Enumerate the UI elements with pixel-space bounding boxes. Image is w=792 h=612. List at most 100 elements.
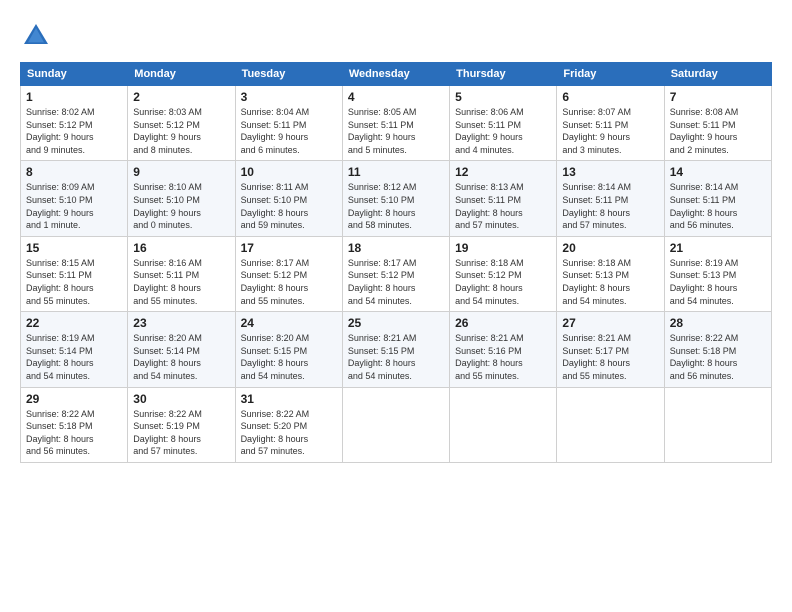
calendar-day-cell (664, 387, 771, 462)
day-number: 3 (241, 90, 337, 104)
day-info: Sunrise: 8:17 AMSunset: 5:12 PMDaylight:… (348, 257, 444, 307)
day-info: Sunrise: 8:04 AMSunset: 5:11 PMDaylight:… (241, 106, 337, 156)
calendar-body: 1 Sunrise: 8:02 AMSunset: 5:12 PMDaylight… (21, 86, 772, 463)
day-info: Sunrise: 8:09 AMSunset: 5:10 PMDaylight:… (26, 181, 122, 231)
calendar-day-cell: 24Sunrise: 8:20 AMSunset: 5:15 PMDayligh… (235, 312, 342, 387)
weekday-header-cell: Tuesday (235, 63, 342, 86)
calendar-day-cell: 17 Sunrise: 8:17 AMSunset: 5:12 PMDayligh… (235, 236, 342, 311)
day-number: 9 (133, 165, 229, 179)
day-number: 23 (133, 316, 229, 330)
day-number: 26 (455, 316, 551, 330)
day-info: Sunrise: 8:13 AMSunset: 5:11 PMDaylight:… (455, 181, 551, 231)
day-number: 13 (562, 165, 658, 179)
day-info: Sunrise: 8:05 AMSunset: 5:11 PMDaylight:… (348, 106, 444, 156)
day-info: Sunrise: 8:21 AMSunset: 5:15 PMDaylight:… (348, 332, 444, 382)
calendar-day-cell: 27 Sunrise: 8:21 AMSunset: 5:17 PMDayligh… (557, 312, 664, 387)
calendar-day-cell: 30Sunrise: 8:22 AMSunset: 5:19 PMDayligh… (128, 387, 235, 462)
calendar-day-cell: 1 Sunrise: 8:02 AMSunset: 5:12 PMDaylight… (21, 86, 128, 161)
day-info: Sunrise: 8:18 AMSunset: 5:12 PMDaylight:… (455, 257, 551, 307)
calendar-day-cell: 3 Sunrise: 8:04 AMSunset: 5:11 PMDaylight… (235, 86, 342, 161)
calendar-day-cell: 29 Sunrise: 8:22 AMSunset: 5:18 PMDayligh… (21, 387, 128, 462)
day-number: 10 (241, 165, 337, 179)
day-number: 20 (562, 241, 658, 255)
day-number: 21 (670, 241, 766, 255)
calendar-week-row: 1 Sunrise: 8:02 AMSunset: 5:12 PMDaylight… (21, 86, 772, 161)
calendar-day-cell: 8Sunrise: 8:09 AMSunset: 5:10 PMDaylight… (21, 161, 128, 236)
day-number: 1 (26, 90, 122, 104)
calendar-day-cell: 13Sunrise: 8:14 AMSunset: 5:11 PMDayligh… (557, 161, 664, 236)
day-number: 2 (133, 90, 229, 104)
weekday-header-cell: Friday (557, 63, 664, 86)
day-info: Sunrise: 8:19 AMSunset: 5:13 PMDaylight:… (670, 257, 766, 307)
day-number: 28 (670, 316, 766, 330)
day-info: Sunrise: 8:12 AMSunset: 5:10 PMDaylight:… (348, 181, 444, 231)
header (20, 20, 772, 52)
weekday-header-cell: Wednesday (342, 63, 449, 86)
calendar-day-cell: 14 Sunrise: 8:14 AMSunset: 5:11 PMDayligh… (664, 161, 771, 236)
calendar-day-cell: 18 Sunrise: 8:17 AMSunset: 5:12 PMDayligh… (342, 236, 449, 311)
calendar-day-cell: 25 Sunrise: 8:21 AMSunset: 5:15 PMDayligh… (342, 312, 449, 387)
day-number: 11 (348, 165, 444, 179)
day-info: Sunrise: 8:03 AMSunset: 5:12 PMDaylight:… (133, 106, 229, 156)
calendar-day-cell: 28 Sunrise: 8:22 AMSunset: 5:18 PMDayligh… (664, 312, 771, 387)
day-number: 30 (133, 392, 229, 406)
calendar-day-cell: 16 Sunrise: 8:16 AMSunset: 5:11 PMDayligh… (128, 236, 235, 311)
calendar-week-row: 22 Sunrise: 8:19 AMSunset: 5:14 PMDayligh… (21, 312, 772, 387)
calendar-day-cell: 9 Sunrise: 8:10 AMSunset: 5:10 PMDaylight… (128, 161, 235, 236)
day-number: 5 (455, 90, 551, 104)
day-info: Sunrise: 8:02 AMSunset: 5:12 PMDaylight:… (26, 106, 122, 156)
weekday-header-cell: Monday (128, 63, 235, 86)
calendar-day-cell (342, 387, 449, 462)
calendar-day-cell (557, 387, 664, 462)
day-info: Sunrise: 8:14 AMSunset: 5:11 PMDaylight:… (670, 181, 766, 231)
day-info: Sunrise: 8:22 AMSunset: 5:18 PMDaylight:… (670, 332, 766, 382)
day-info: Sunrise: 8:17 AMSunset: 5:12 PMDaylight:… (241, 257, 337, 307)
day-number: 4 (348, 90, 444, 104)
calendar-day-cell: 23 Sunrise: 8:20 AMSunset: 5:14 PMDayligh… (128, 312, 235, 387)
calendar-day-cell: 10 Sunrise: 8:11 AMSunset: 5:10 PMDayligh… (235, 161, 342, 236)
day-info: Sunrise: 8:07 AMSunset: 5:11 PMDaylight:… (562, 106, 658, 156)
day-info: Sunrise: 8:06 AMSunset: 5:11 PMDaylight:… (455, 106, 551, 156)
logo (20, 20, 58, 52)
calendar-day-cell (450, 387, 557, 462)
weekday-header-cell: Thursday (450, 63, 557, 86)
calendar-week-row: 15Sunrise: 8:15 AMSunset: 5:11 PMDayligh… (21, 236, 772, 311)
day-info: Sunrise: 8:10 AMSunset: 5:10 PMDaylight:… (133, 181, 229, 231)
calendar-day-cell: 21 Sunrise: 8:19 AMSunset: 5:13 PMDayligh… (664, 236, 771, 311)
calendar-day-cell: 11 Sunrise: 8:12 AMSunset: 5:10 PMDayligh… (342, 161, 449, 236)
day-info: Sunrise: 8:20 AMSunset: 5:15 PMDaylight:… (241, 332, 337, 382)
day-info: Sunrise: 8:11 AMSunset: 5:10 PMDaylight:… (241, 181, 337, 231)
calendar-day-cell: 15Sunrise: 8:15 AMSunset: 5:11 PMDayligh… (21, 236, 128, 311)
day-info: Sunrise: 8:15 AMSunset: 5:11 PMDaylight:… (26, 257, 122, 307)
calendar-day-cell: 20 Sunrise: 8:18 AMSunset: 5:13 PMDayligh… (557, 236, 664, 311)
day-info: Sunrise: 8:19 AMSunset: 5:14 PMDaylight:… (26, 332, 122, 382)
calendar-table: SundayMondayTuesdayWednesdayThursdayFrid… (20, 62, 772, 463)
calendar-day-cell: 26 Sunrise: 8:21 AMSunset: 5:16 PMDayligh… (450, 312, 557, 387)
calendar-day-cell: 19 Sunrise: 8:18 AMSunset: 5:12 PMDayligh… (450, 236, 557, 311)
day-number: 7 (670, 90, 766, 104)
calendar-day-cell: 5 Sunrise: 8:06 AMSunset: 5:11 PMDaylight… (450, 86, 557, 161)
day-number: 16 (133, 241, 229, 255)
day-number: 17 (241, 241, 337, 255)
day-number: 12 (455, 165, 551, 179)
day-info: Sunrise: 8:21 AMSunset: 5:17 PMDaylight:… (562, 332, 658, 382)
day-number: 25 (348, 316, 444, 330)
day-number: 27 (562, 316, 658, 330)
day-info: Sunrise: 8:22 AMSunset: 5:18 PMDaylight:… (26, 408, 122, 458)
calendar-day-cell: 22 Sunrise: 8:19 AMSunset: 5:14 PMDayligh… (21, 312, 128, 387)
day-number: 22 (26, 316, 122, 330)
day-number: 19 (455, 241, 551, 255)
day-info: Sunrise: 8:21 AMSunset: 5:16 PMDaylight:… (455, 332, 551, 382)
weekday-header-cell: Saturday (664, 63, 771, 86)
calendar-week-row: 29 Sunrise: 8:22 AMSunset: 5:18 PMDayligh… (21, 387, 772, 462)
page: SundayMondayTuesdayWednesdayThursdayFrid… (0, 0, 792, 612)
day-number: 29 (26, 392, 122, 406)
day-info: Sunrise: 8:20 AMSunset: 5:14 PMDaylight:… (133, 332, 229, 382)
calendar-day-cell: 31Sunrise: 8:22 AMSunset: 5:20 PMDayligh… (235, 387, 342, 462)
day-number: 18 (348, 241, 444, 255)
day-info: Sunrise: 8:16 AMSunset: 5:11 PMDaylight:… (133, 257, 229, 307)
day-number: 14 (670, 165, 766, 179)
day-info: Sunrise: 8:18 AMSunset: 5:13 PMDaylight:… (562, 257, 658, 307)
calendar-week-row: 8Sunrise: 8:09 AMSunset: 5:10 PMDaylight… (21, 161, 772, 236)
calendar-day-cell: 7Sunrise: 8:08 AMSunset: 5:11 PMDaylight… (664, 86, 771, 161)
